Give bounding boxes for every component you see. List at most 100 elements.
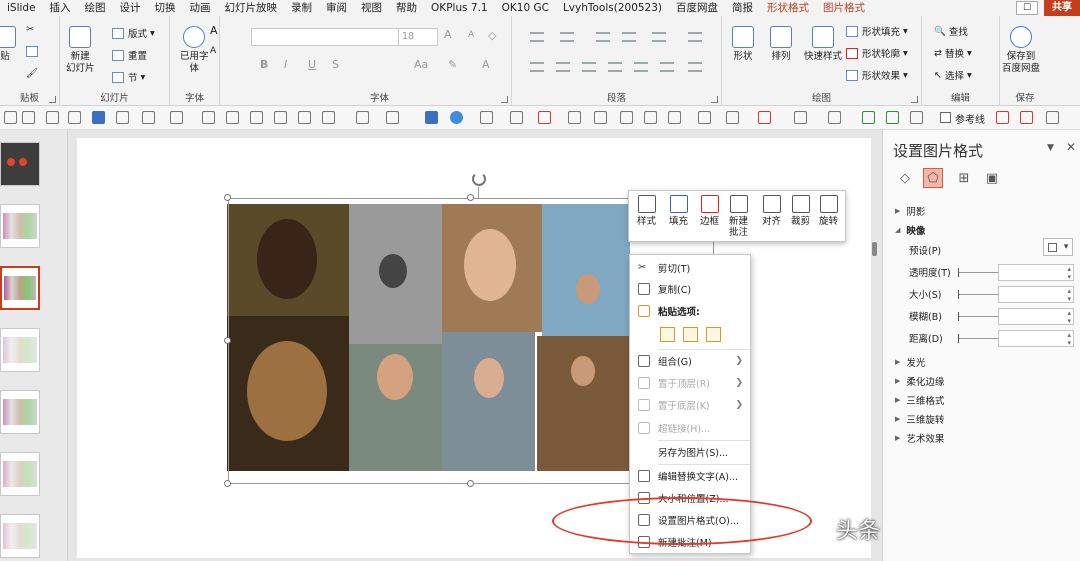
align-left-icon[interactable] <box>530 62 544 72</box>
menu-item-copy[interactable]: 复制(C) <box>630 279 750 299</box>
close-icon[interactable]: ✕ <box>1066 140 1076 154</box>
align-center-icon[interactable] <box>556 62 570 72</box>
slide-thumbnail-selected[interactable] <box>0 266 40 310</box>
font-name-select[interactable] <box>251 28 399 46</box>
tab-shape-format[interactable]: 形状格式 <box>760 0 816 16</box>
section-shadow[interactable]: ▶ 阴影 <box>895 204 925 218</box>
tab-design[interactable]: 设计 <box>113 0 148 16</box>
comment-icon[interactable]: ☐ <box>1016 1 1038 15</box>
line-color-icon[interactable] <box>538 111 551 124</box>
menu-item-save-as-picture[interactable]: 另存为图片(S)... <box>630 442 750 462</box>
select-pane-icon[interactable] <box>996 111 1009 124</box>
brush-qat-icon[interactable] <box>594 111 607 124</box>
layout-button[interactable]: 版式 ▾ <box>112 26 155 40</box>
justify-icon[interactable] <box>608 62 622 72</box>
tab-okplus[interactable]: OKPlus 7.1 <box>424 0 495 16</box>
tab-briefing[interactable]: 简报 <box>725 0 760 16</box>
outline-qat-icon[interactable] <box>386 111 399 124</box>
cut-button[interactable]: ✂ <box>26 24 34 35</box>
fill-square-icon[interactable] <box>425 111 438 124</box>
tab-record[interactable]: 录制 <box>284 0 319 16</box>
text-fit-icon[interactable] <box>92 111 105 124</box>
fill-circle-icon[interactable] <box>450 111 463 124</box>
guides-checkbox[interactable] <box>940 112 951 123</box>
paste-picture-icon[interactable] <box>683 327 698 342</box>
slide-thumbnail[interactable] <box>0 452 40 496</box>
paste-button[interactable]: 贴 <box>0 26 16 63</box>
size-slider[interactable] <box>958 290 998 299</box>
underline-button[interactable]: U <box>308 58 316 71</box>
shape-outline-button[interactable]: 形状轮廓 ▾ <box>846 46 908 60</box>
text-direction-icon[interactable] <box>688 32 702 42</box>
size-properties-tab-icon[interactable]: ⊞ <box>954 168 974 188</box>
decrease-font-icon[interactable]: A <box>468 30 474 40</box>
undo-icon[interactable] <box>4 111 17 124</box>
new-slide-button[interactable]: 新建 幻灯片 <box>66 26 95 75</box>
align-left-qat-icon[interactable] <box>202 111 215 124</box>
mini-align-button[interactable]: 对齐 <box>762 195 781 227</box>
pen-icon[interactable] <box>142 111 155 124</box>
swap-qat-icon[interactable] <box>794 111 807 124</box>
mini-new-comment-button[interactable]: 新建 批注 <box>729 195 748 238</box>
align-center-qat-icon[interactable] <box>250 111 263 124</box>
clipboard-launcher[interactable] <box>49 96 56 103</box>
slide-thumbnail[interactable] <box>0 204 40 248</box>
mini-style-button[interactable]: 样式 <box>637 195 656 227</box>
share-button[interactable]: 共享 <box>1044 0 1080 16</box>
transparency-slider[interactable] <box>958 268 998 277</box>
tab-draw[interactable]: 绘图 <box>78 0 113 16</box>
decrease-indent-icon[interactable] <box>596 32 610 42</box>
merge-qat-icon[interactable] <box>668 111 681 124</box>
clear-format-icon[interactable]: ◇ <box>488 29 496 42</box>
tab-lvyhtools[interactable]: LvyhTools(200523) <box>556 0 669 16</box>
copy-button[interactable] <box>26 46 42 57</box>
italic-button[interactable]: I <box>284 58 287 71</box>
vertical-scrollbar[interactable] <box>872 242 877 256</box>
distance-spinner[interactable] <box>998 330 1074 347</box>
resize-handle[interactable] <box>224 480 231 487</box>
menu-item-send-to-back[interactable]: 置于底层(K) ❯ <box>630 395 750 415</box>
grid-qat-icon[interactable] <box>910 111 923 124</box>
tab-review[interactable]: 审阅 <box>319 0 354 16</box>
used-fonts-button[interactable]: 已用字 体 <box>180 26 209 75</box>
eyedropper-line-icon[interactable] <box>568 111 581 124</box>
blur-slider[interactable] <box>958 312 998 321</box>
redo-icon[interactable] <box>22 111 35 124</box>
chevron-down-icon[interactable]: ▼ <box>1047 143 1054 153</box>
shrink-font-icon[interactable]: A <box>210 46 216 56</box>
menu-item-group[interactable]: 组合(G) ❯ <box>630 351 750 371</box>
tab-baidu-netdisk[interactable]: 百度网盘 <box>669 0 725 16</box>
arrows-qat-icon[interactable] <box>1046 111 1059 124</box>
font-color-icon[interactable]: A <box>482 58 490 71</box>
tab-ok10[interactable]: OK10 GC <box>495 0 556 16</box>
save-to-baidu-button[interactable]: 保存到 百度网盘 <box>1002 26 1040 75</box>
line-style-icon[interactable] <box>170 111 183 124</box>
picture-qat-icon[interactable] <box>726 111 739 124</box>
mini-rotate-button[interactable]: 旋转 <box>819 195 838 227</box>
section-button[interactable]: 节 ▾ <box>112 70 145 84</box>
resize-handle[interactable] <box>467 480 474 487</box>
menu-item-cut[interactable]: ✂ 剪切(T) <box>630 258 750 278</box>
font-size-select[interactable]: 18 <box>398 28 438 46</box>
transparency-spinner[interactable] <box>998 264 1074 281</box>
bold-button[interactable]: B <box>260 58 268 71</box>
tab-picture-format[interactable]: 图片格式 <box>816 0 872 16</box>
eyedropper-icon[interactable] <box>510 111 523 124</box>
group-qat-icon[interactable] <box>620 111 633 124</box>
crop-qat-icon[interactable] <box>698 111 711 124</box>
tab-insert[interactable]: 插入 <box>43 0 78 16</box>
align-top-qat-icon[interactable] <box>226 111 239 124</box>
slide-thumbnail[interactable] <box>0 514 40 558</box>
tab-transitions[interactable]: 切换 <box>148 0 183 16</box>
picture-tab-icon[interactable]: ▣ <box>982 168 1002 188</box>
frame-qat-icon[interactable] <box>1020 111 1033 124</box>
paste-text-only-icon[interactable] <box>706 327 721 342</box>
fill-line-tab-icon[interactable]: ◇ <box>895 168 915 188</box>
color-fill-qat-icon[interactable] <box>480 111 493 124</box>
distribute-v-qat-icon[interactable] <box>886 111 899 124</box>
resize-handle[interactable] <box>224 194 231 201</box>
section-soft-edges[interactable]: ▶ 柔化边缘 <box>895 374 944 388</box>
tab-animations[interactable]: 动画 <box>183 0 218 16</box>
repeat-icon[interactable] <box>46 111 59 124</box>
section-3d-rotation[interactable]: ▶ 三维旋转 <box>895 412 944 426</box>
